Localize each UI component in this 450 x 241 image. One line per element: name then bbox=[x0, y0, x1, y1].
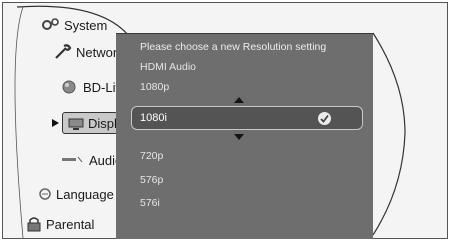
option-576i[interactable]: 576i bbox=[140, 197, 160, 209]
sidebar-item-label: Parental bbox=[46, 216, 95, 232]
sidebar-item-display[interactable]: Display bbox=[62, 112, 118, 134]
sidebar-item-label: Language bbox=[56, 186, 114, 202]
option-hdmi-audio[interactable]: HDMI Audio bbox=[140, 61, 196, 73]
option-576p[interactable]: 576p bbox=[140, 174, 163, 186]
scroll-down-arrow-icon[interactable] bbox=[234, 134, 244, 140]
speaker-icon bbox=[60, 151, 86, 169]
settings-stage: System Network BD-Live Display Audio bbox=[2, 2, 448, 239]
globe-icon bbox=[60, 78, 80, 96]
selection-pointer-icon bbox=[52, 119, 59, 127]
sidebar-item-audio[interactable]: Audio bbox=[60, 149, 122, 171]
sidebar-item-parental[interactable]: Parental bbox=[25, 213, 94, 235]
checkmark-icon bbox=[318, 112, 331, 125]
screen: System Network BD-Live Display Audio bbox=[0, 0, 450, 241]
language-icon bbox=[37, 185, 53, 203]
panel-prompt: Please choose a new Resolution setting bbox=[140, 41, 327, 53]
gears-icon bbox=[41, 16, 61, 34]
sidebar-item-system[interactable]: System bbox=[41, 14, 107, 36]
sidebar-item-label: Display bbox=[88, 115, 117, 131]
option-1080i-selected[interactable]: 1080i bbox=[131, 106, 363, 130]
option-720p[interactable]: 720p bbox=[140, 150, 163, 162]
selected-option-label: 1080i bbox=[140, 112, 167, 124]
wrench-icon bbox=[53, 43, 73, 61]
option-1080p[interactable]: 1080p bbox=[140, 81, 169, 93]
scroll-up-arrow-icon[interactable] bbox=[234, 97, 244, 103]
sidebar-item-label: System bbox=[64, 17, 108, 33]
sidebar-item-network[interactable]: Network bbox=[53, 41, 124, 63]
monitor-icon bbox=[67, 114, 85, 132]
lock-icon bbox=[25, 215, 43, 233]
resolution-panel: Please choose a new Resolution setting H… bbox=[116, 33, 373, 239]
sidebar-item-language[interactable]: Language bbox=[37, 183, 114, 205]
